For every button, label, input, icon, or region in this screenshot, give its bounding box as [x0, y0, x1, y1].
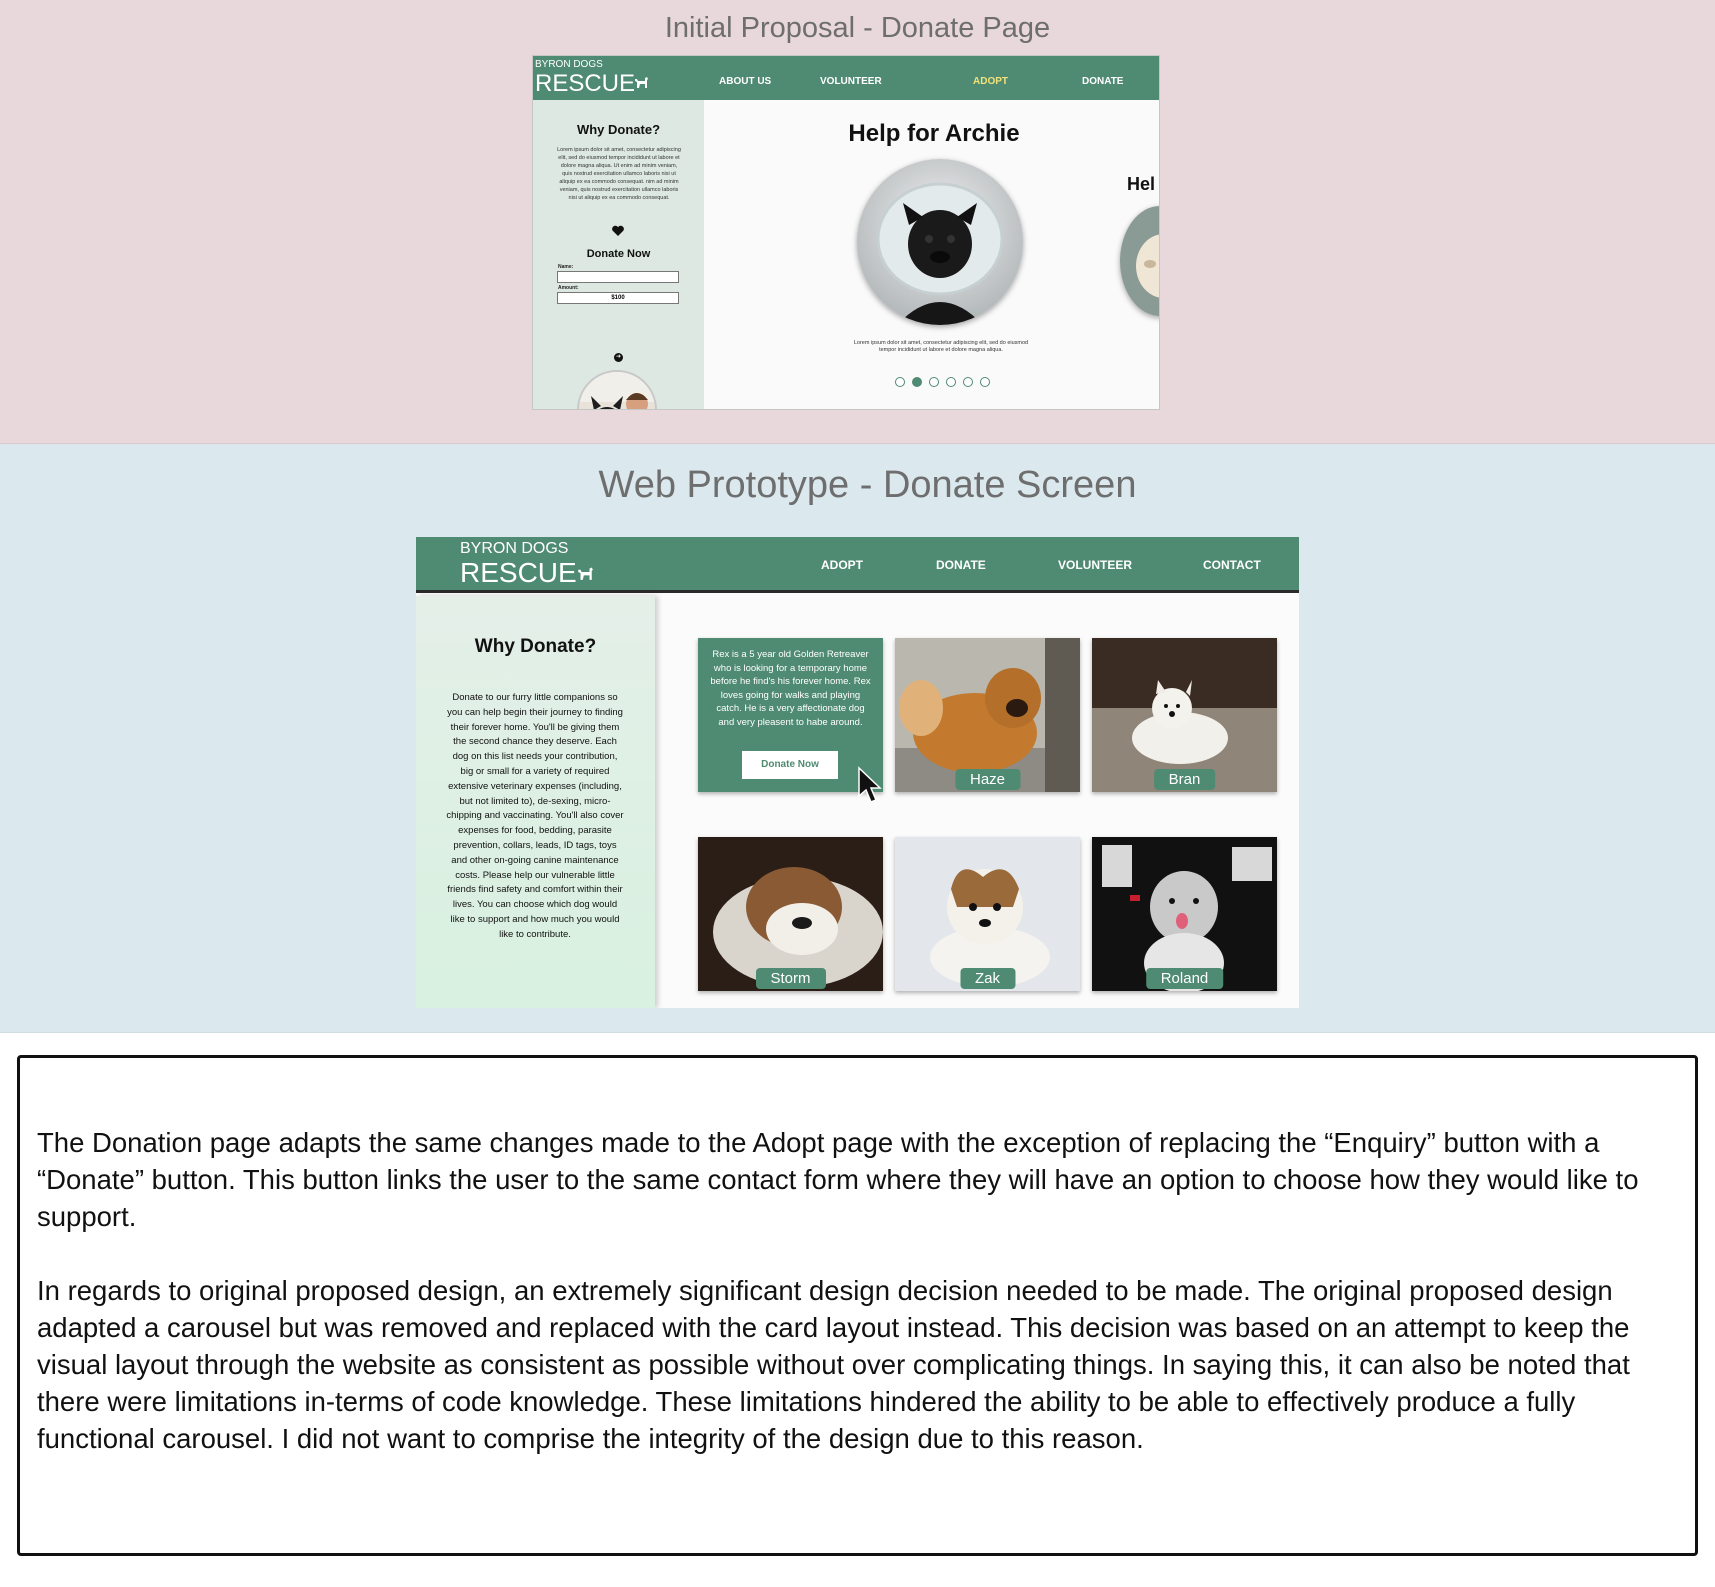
web-prototype-section: Web Prototype - Donate Screen BYRON DOGS… — [0, 444, 1715, 1033]
dog-card-haze[interactable]: Haze — [895, 638, 1080, 792]
prototype-heading: Web Prototype - Donate Screen — [598, 464, 1137, 506]
proposal-carousel-title: Help for Archie — [848, 120, 1020, 147]
prototype-mockup: BYRON DOGS RESCUE ADOPT DONATE VOLUNTEER… — [416, 537, 1299, 1008]
proposal-sidebar-text: Lorem ipsum dolor sit amet, consectetur … — [557, 147, 681, 201]
carousel-dots — [895, 377, 990, 387]
proposal-nav-adopt[interactable]: ADOPT — [973, 76, 1008, 87]
prototype-nav-adopt[interactable]: ADOPT — [821, 558, 863, 572]
carousel-dot[interactable] — [929, 377, 939, 387]
proposal-nav-about[interactable]: ABOUT US — [719, 76, 771, 87]
prototype-sidebar: Why Donate? Donate to our furry little c… — [416, 596, 655, 1008]
notes-paragraph-1: The Donation page adapts the same change… — [37, 1127, 1639, 1232]
dog-logo-icon — [578, 567, 593, 580]
dog-name-zak: Zak — [959, 968, 1016, 989]
dog-name-storm: Storm — [755, 968, 826, 989]
donate-now-button[interactable]: Donate Now — [742, 751, 838, 779]
dog-name-haze: Haze — [954, 769, 1021, 790]
dog-card-storm[interactable]: Storm — [698, 837, 883, 991]
mouse-cursor-icon — [858, 766, 882, 803]
proposal-amount-label: Amount: — [558, 285, 579, 291]
prototype-navbar: BYRON DOGS RESCUE ADOPT DONATE VOLUNTEER… — [416, 537, 1299, 593]
archie-photo — [857, 159, 1023, 325]
proposal-sidebar: Why Donate? Lorem ipsum dolor sit amet, … — [533, 100, 704, 409]
prototype-nav-volunteer[interactable]: VOLUNTEER — [1058, 558, 1132, 572]
dog-logo-icon — [635, 77, 648, 88]
carousel-dot[interactable] — [980, 377, 990, 387]
proposal-navbar: BYRON DOGS RESCUE ABOUT US VOLUNTEER ADO… — [533, 56, 1159, 100]
proposal-amount-field[interactable]: $100 — [557, 292, 679, 304]
proposal-name-field[interactable] — [557, 271, 679, 283]
carousel-dot[interactable] — [963, 377, 973, 387]
prototype-nav-donate[interactable]: DONATE — [936, 558, 986, 572]
notes-paragraph-2: In regards to original proposed design, … — [37, 1275, 1630, 1454]
proposal-sidebar-title: Why Donate? — [576, 122, 661, 137]
prototype-brand-small: BYRON DOGS — [460, 540, 569, 557]
rex-description: Rex is a 5 year old Golden Retreaver who… — [710, 649, 871, 728]
carousel-dot-active[interactable] — [912, 377, 922, 387]
dog-card-zak[interactable]: Zak — [895, 837, 1080, 991]
prototype-sidebar-text: Donate to our furry little companions so… — [446, 692, 624, 940]
proposal-name-label: Name: — [558, 264, 574, 270]
proposal-brand-big[interactable]: RESCUE — [535, 70, 635, 98]
proposal-heading: Initial Proposal - Donate Page — [664, 12, 1051, 44]
dog-card-roland[interactable]: Roland — [1092, 837, 1277, 991]
initial-proposal-section: Initial Proposal - Donate Page BYRON DOG… — [0, 0, 1715, 444]
prototype-nav-contact[interactable]: CONTACT — [1203, 558, 1261, 572]
proposal-donate-heading: Donate Now — [586, 248, 651, 260]
proposal-nav-volunteer[interactable]: VOLUNTEER — [820, 76, 882, 87]
next-slide-photo — [1120, 206, 1159, 316]
proposal-next-slide-title: Hel — [1127, 174, 1156, 194]
design-notes-box: The Donation page adapts the same change… — [17, 1055, 1698, 1556]
proposal-brand-small: BYRON DOGS — [535, 59, 603, 70]
volunteer-avatar — [577, 370, 657, 409]
prototype-brand-big[interactable]: RESCUE — [460, 557, 577, 589]
heart-icon — [612, 225, 624, 236]
arrow-right-icon[interactable]: ➜ — [614, 353, 623, 362]
carousel-dot[interactable] — [895, 377, 905, 387]
dog-card-bran[interactable]: Bran — [1092, 638, 1277, 792]
prototype-sidebar-title: Why Donate? — [474, 636, 597, 657]
dog-name-roland: Roland — [1145, 968, 1224, 989]
proposal-carousel-caption: Lorem ipsum dolor sit amet, consectetur … — [853, 340, 1029, 353]
dog-name-bran: Bran — [1153, 769, 1216, 790]
proposal-nav-donate[interactable]: DONATE — [1082, 76, 1123, 87]
proposal-mockup: BYRON DOGS RESCUE ABOUT US VOLUNTEER ADO… — [532, 55, 1160, 410]
rex-info-card: Rex is a 5 year old Golden Retreaver who… — [698, 638, 883, 792]
carousel-dot[interactable] — [946, 377, 956, 387]
